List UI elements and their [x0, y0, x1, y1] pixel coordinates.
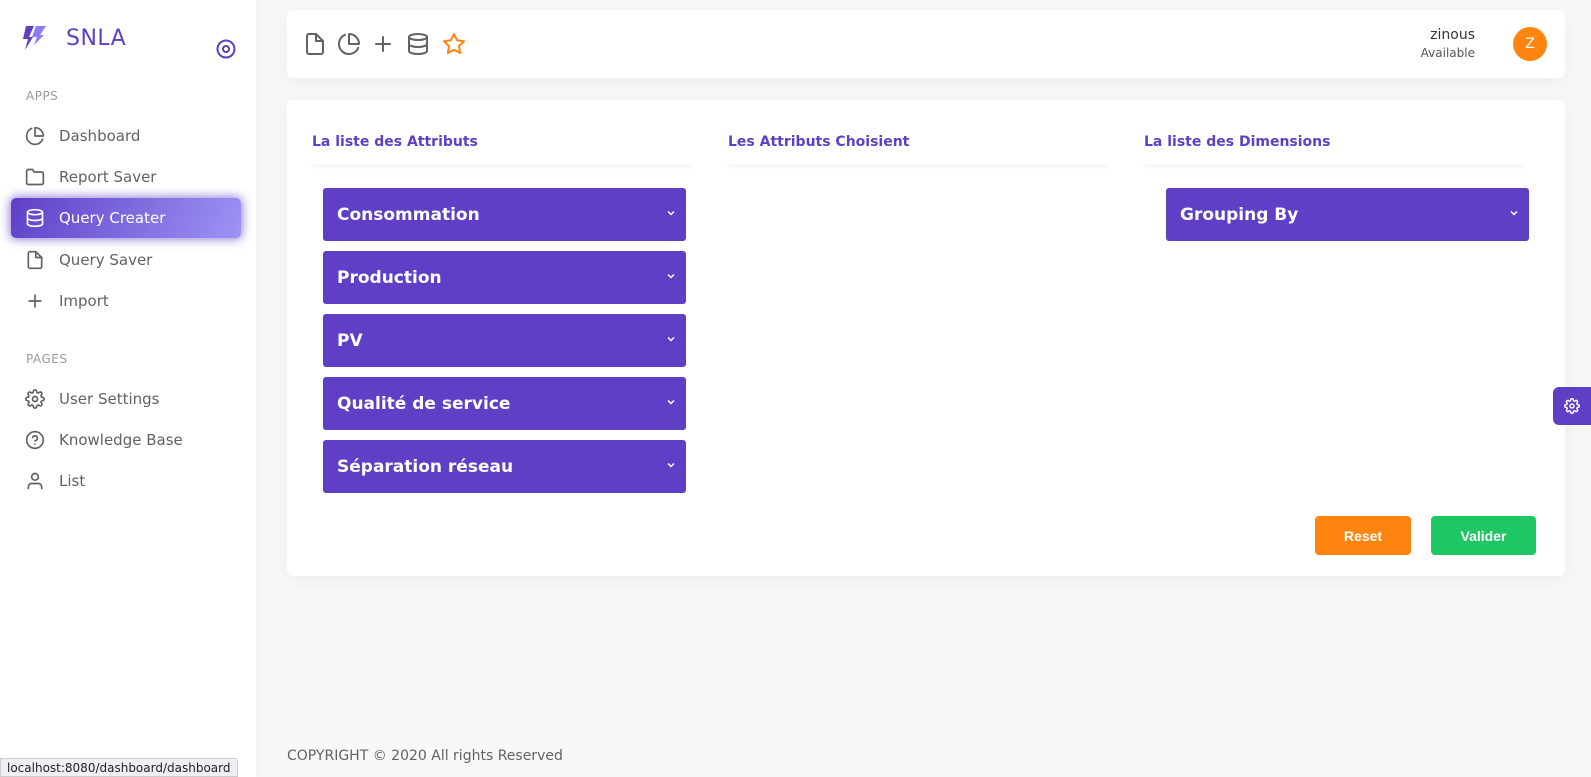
accordion-label: Grouping By	[1180, 204, 1299, 225]
sidebar-item-label: Knowledge Base	[59, 431, 183, 449]
gear-icon	[25, 389, 45, 409]
avatar[interactable]: Z	[1513, 27, 1547, 61]
nav-section-pages: PAGES	[26, 352, 68, 366]
sidebar-item-query-saver[interactable]: Query Saver	[11, 240, 241, 280]
user-status: Available	[1420, 46, 1475, 60]
accordion-label: Production	[337, 267, 442, 288]
navbar: zinous Available Z	[287, 10, 1565, 78]
plus-icon[interactable]	[371, 32, 395, 56]
collapse-toggle-icon[interactable]	[215, 38, 237, 60]
accordion-separation-reseau[interactable]: Séparation réseau	[323, 440, 686, 493]
accordion-production[interactable]: Production	[323, 251, 686, 304]
valider-button[interactable]: Valider	[1431, 516, 1536, 555]
sidebar: SNLA APPS Dashboard Report Saver Query C…	[0, 0, 256, 777]
chevron-down-icon	[667, 273, 675, 279]
pie-chart-icon[interactable]	[337, 32, 361, 56]
sidebar-item-dashboard[interactable]: Dashboard	[11, 116, 241, 156]
chevron-down-icon	[1510, 210, 1518, 216]
sidebar-item-label: Dashboard	[59, 127, 141, 145]
user-name[interactable]: zinous	[1430, 27, 1475, 43]
brand-logo-icon	[23, 26, 46, 50]
sidebar-item-label: User Settings	[59, 390, 160, 408]
file-icon	[25, 250, 45, 270]
database-icon	[25, 208, 45, 228]
accordion-grouping-by[interactable]: Grouping By	[1166, 188, 1529, 241]
accordion-consommation[interactable]: Consommation	[323, 188, 686, 241]
accordion-qualite-de-service[interactable]: Qualité de service	[323, 377, 686, 430]
file-icon[interactable]	[303, 32, 327, 56]
chevron-down-icon	[667, 336, 675, 342]
chevron-down-icon	[667, 399, 675, 405]
accordion-pv[interactable]: PV	[323, 314, 686, 367]
sidebar-item-label: List	[59, 472, 86, 490]
nav-section-apps: APPS	[26, 89, 59, 103]
accordion-label: Séparation réseau	[337, 456, 514, 477]
sidebar-item-import[interactable]: Import	[11, 281, 241, 321]
sidebar-item-label: Import	[59, 292, 109, 310]
reset-button[interactable]: Reset	[1315, 516, 1411, 555]
customizer-toggle[interactable]	[1553, 387, 1591, 425]
sidebar-item-query-creater[interactable]: Query Creater	[11, 198, 241, 238]
gear-icon	[1564, 398, 1580, 414]
browser-status-url: localhost:8080/dashboard/dashboard	[0, 758, 238, 777]
folder-icon	[25, 167, 45, 187]
divider	[312, 160, 692, 164]
sidebar-item-list[interactable]: List	[11, 461, 241, 501]
brand-name: SNLA	[66, 25, 127, 51]
accordion-label: Consommation	[337, 204, 480, 225]
pie-chart-icon	[25, 126, 45, 146]
sidebar-item-label: Report Saver	[59, 168, 157, 186]
divider	[728, 160, 1108, 164]
brand[interactable]: SNLA	[20, 22, 126, 54]
sidebar-item-user-settings[interactable]: User Settings	[11, 379, 241, 419]
footer-copyright: COPYRIGHT © 2020 All rights Reserved	[287, 748, 563, 764]
chevron-down-icon	[667, 462, 675, 468]
sidebar-item-knowledge-base[interactable]: Knowledge Base	[11, 420, 241, 460]
database-icon[interactable]	[406, 32, 430, 56]
column-title-chosen-attributes: Les Attributs Choisient	[728, 134, 910, 150]
column-title-dimensions: La liste des Dimensions	[1144, 134, 1331, 150]
plus-icon	[25, 291, 45, 311]
sidebar-item-label: Query Saver	[59, 251, 153, 269]
accordion-label: PV	[337, 330, 363, 351]
sidebar-item-label: Query Creater	[59, 209, 166, 227]
help-circle-icon	[25, 430, 45, 450]
chevron-down-icon	[667, 210, 675, 216]
sidebar-item-report-saver[interactable]: Report Saver	[11, 157, 241, 197]
divider	[1144, 160, 1524, 164]
user-icon	[25, 471, 45, 491]
accordion-label: Qualité de service	[337, 393, 511, 414]
column-title-attributes: La liste des Attributs	[312, 134, 478, 150]
star-icon[interactable]	[442, 32, 466, 56]
query-builder-card: La liste des Attributs Les Attributs Cho…	[287, 100, 1565, 576]
